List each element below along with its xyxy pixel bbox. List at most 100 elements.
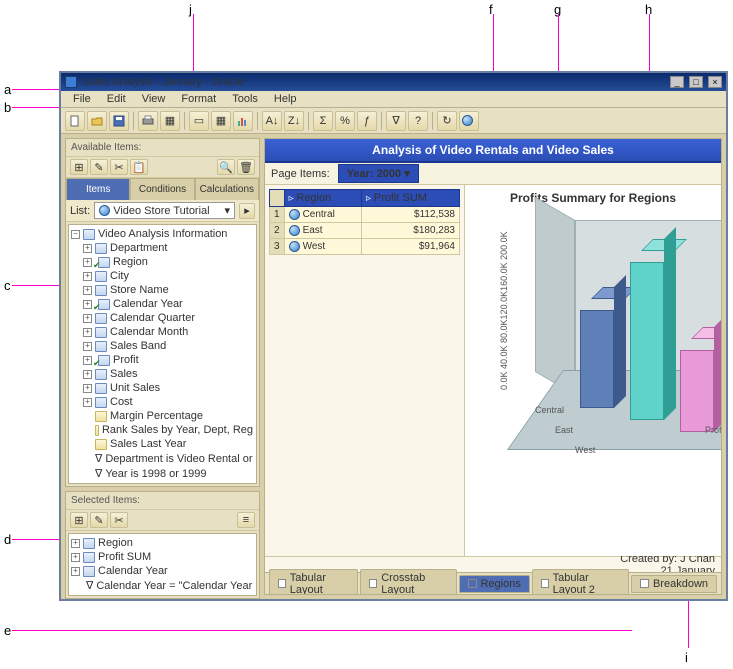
collapse-icon[interactable]: − <box>71 230 80 239</box>
print-preview-icon[interactable]: ▦ <box>160 111 180 131</box>
save-icon[interactable] <box>109 111 129 131</box>
tree-item[interactable]: +Profit <box>69 353 256 367</box>
print-icon[interactable] <box>138 111 158 131</box>
menu-edit[interactable]: Edit <box>101 92 132 106</box>
expand-icon[interactable]: + <box>71 567 80 576</box>
tree-expand-icon[interactable]: ⊞ <box>70 159 88 175</box>
world-icon[interactable] <box>459 111 479 131</box>
tree-item[interactable]: +Store Name <box>69 283 256 297</box>
expand-icon[interactable]: + <box>83 370 92 379</box>
expand-icon[interactable]: + <box>71 539 80 548</box>
selected-item[interactable]: +Region <box>69 536 256 550</box>
new-icon[interactable] <box>65 111 85 131</box>
menu-view[interactable]: View <box>136 92 172 106</box>
menu-tools[interactable]: Tools <box>226 92 264 106</box>
wtab-crosstab[interactable]: Crosstab Layout <box>360 569 456 596</box>
field-icon <box>95 271 107 282</box>
menubar: File Edit View Format Tools Help <box>61 91 726 108</box>
wtab-tabular2[interactable]: Tabular Layout 2 <box>532 569 629 596</box>
filter-icon[interactable]: ∇ <box>386 111 406 131</box>
cut-icon[interactable]: ✂ <box>110 159 128 175</box>
titlebar[interactable]: Sales Analysis - January - Oracle _ □ × <box>61 73 726 91</box>
edit-icon[interactable]: ✎ <box>90 512 108 528</box>
selected-item[interactable]: +Profit SUM <box>69 550 256 564</box>
expand-icon[interactable]: + <box>83 384 92 393</box>
tree-item[interactable]: +Sales Band <box>69 339 256 353</box>
tree-fn-item[interactable]: ∇Year is 1998 or 1999 <box>69 466 256 481</box>
expand-icon[interactable]: + <box>83 286 92 295</box>
expand-icon[interactable]: + <box>83 244 92 253</box>
tree-item[interactable]: +Calendar Year <box>69 297 256 311</box>
table-icon[interactable]: ▦ <box>211 111 231 131</box>
tab-calculations[interactable]: Calculations <box>195 178 259 200</box>
tree-item[interactable]: +Calendar Month <box>69 325 256 339</box>
selected-tree[interactable]: +Region+Profit SUM+Calendar Year ∇ Calen… <box>68 533 257 596</box>
available-tree[interactable]: − Video Analysis Information +Department… <box>68 224 257 484</box>
tree-root[interactable]: − Video Analysis Information <box>69 227 256 241</box>
table-row[interactable]: 1Central$112,538 <box>270 207 460 223</box>
param-icon[interactable]: ? <box>408 111 428 131</box>
menu-help[interactable]: Help <box>268 92 303 106</box>
field-icon <box>95 383 107 394</box>
col-region[interactable]: ▹ Region <box>284 190 361 207</box>
selected-condition[interactable]: ∇ Calendar Year = "Calendar Year Parame <box>69 578 256 593</box>
menu-file[interactable]: File <box>67 92 97 106</box>
remove-icon[interactable]: ✂ <box>110 512 128 528</box>
table-row[interactable]: 2East$180,283 <box>270 223 460 239</box>
tab-conditions[interactable]: Conditions <box>130 178 194 200</box>
tree-item[interactable]: +Sales <box>69 367 256 381</box>
find-icon[interactable]: 🔍 <box>217 159 235 175</box>
tree-fn-item[interactable]: Sales Last Year <box>69 437 256 451</box>
tree-fn-item[interactable]: Margin Percentage <box>69 409 256 423</box>
calc-icon[interactable]: ƒ <box>357 111 377 131</box>
open-icon[interactable] <box>87 111 107 131</box>
maximize-button[interactable]: □ <box>689 76 703 88</box>
chart-icon[interactable] <box>233 111 253 131</box>
list-go-icon[interactable]: ▸ <box>239 203 255 219</box>
col-profit[interactable]: ▹ Profit SUM <box>361 190 459 207</box>
percent-icon[interactable]: % <box>335 111 355 131</box>
list-dropdown[interactable]: Video Store Tutorial ▾ <box>94 202 235 219</box>
sum-icon[interactable]: Σ <box>313 111 333 131</box>
wand-icon[interactable]: ✎ <box>90 159 108 175</box>
options-icon[interactable]: ≡ <box>237 512 255 528</box>
sort-asc-icon[interactable]: A↓ <box>262 111 282 131</box>
wtab-tabular[interactable]: Tabular Layout <box>269 569 358 596</box>
selected-item[interactable]: +Calendar Year <box>69 564 256 578</box>
wtab-regions[interactable]: Regions <box>459 575 530 593</box>
expand-icon[interactable]: + <box>83 398 92 407</box>
field-icon <box>95 341 107 352</box>
tree-icon[interactable]: ⊞ <box>70 512 88 528</box>
tab-items[interactable]: Items <box>66 178 130 200</box>
paste-icon[interactable]: 📋 <box>130 159 148 175</box>
layout-icon[interactable]: ▭ <box>189 111 209 131</box>
wtab-breakdown[interactable]: Breakdown <box>631 575 717 593</box>
tree-item[interactable]: +City <box>69 269 256 283</box>
expand-icon[interactable]: + <box>83 342 92 351</box>
expand-icon[interactable]: + <box>83 272 92 281</box>
year-selector[interactable]: Year: 2000 ▾ <box>338 164 419 183</box>
refresh-icon[interactable]: ↻ <box>437 111 457 131</box>
expand-icon[interactable]: + <box>83 258 92 267</box>
tree-fn-item[interactable]: ∇Department is Video Rental or <box>69 451 256 466</box>
tree-item[interactable]: +Calendar Quarter <box>69 311 256 325</box>
tree-item[interactable]: +Unit Sales <box>69 381 256 395</box>
delete-icon[interactable]: 🗑 <box>237 159 255 175</box>
expand-icon[interactable]: + <box>83 300 92 309</box>
expand-icon[interactable]: + <box>83 356 92 365</box>
table-row[interactable]: 3West$91,964 <box>270 239 460 255</box>
minimize-button[interactable]: _ <box>670 76 684 88</box>
data-table-area: ▹ Region ▹ Profit SUM 1Central$112,5382E… <box>265 185 465 556</box>
expand-icon[interactable]: + <box>83 314 92 323</box>
close-button[interactable]: × <box>708 76 722 88</box>
tree-item[interactable]: +Region <box>69 255 256 269</box>
expand-icon[interactable]: + <box>71 553 80 562</box>
sort-desc-icon[interactable]: Z↓ <box>284 111 304 131</box>
tree-item[interactable]: +Department <box>69 241 256 255</box>
tree-item[interactable]: +Cost <box>69 395 256 409</box>
chart-area[interactable]: Profits Summary for Regions <box>465 185 721 556</box>
menu-format[interactable]: Format <box>175 92 222 106</box>
data-table[interactable]: ▹ Region ▹ Profit SUM 1Central$112,5382E… <box>269 189 460 255</box>
expand-icon[interactable]: + <box>83 328 92 337</box>
tree-fn-item[interactable]: Rank Sales by Year, Dept, Reg <box>69 423 256 437</box>
